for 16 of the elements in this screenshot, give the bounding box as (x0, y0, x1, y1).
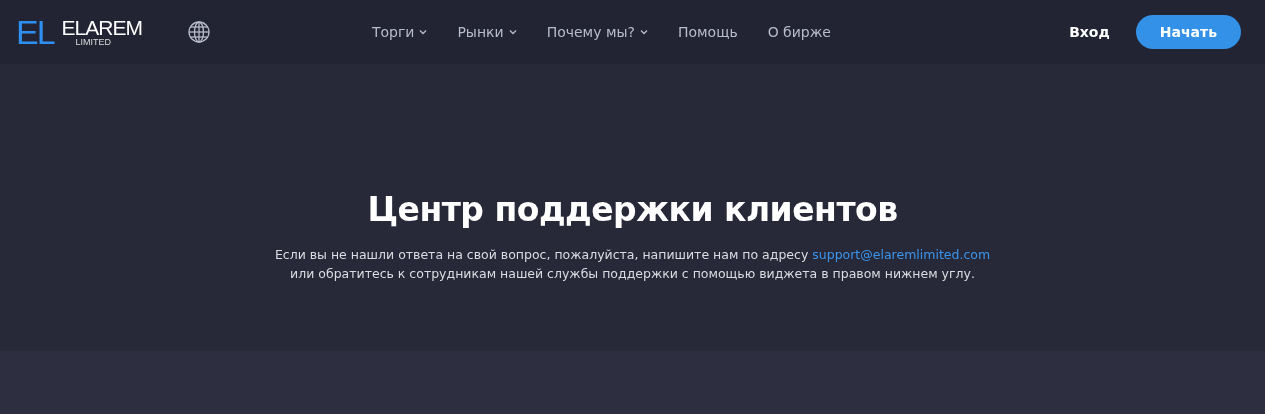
globe-icon[interactable] (187, 21, 210, 43)
logo-mark: EL (16, 15, 54, 49)
logo-name: ELAREM (61, 17, 142, 38)
nav-item[interactable]: Почему мы? (546, 24, 648, 40)
nav-item[interactable]: Помощь (677, 24, 738, 40)
caret-icon (508, 29, 517, 35)
nav-item[interactable]: О бирже (767, 24, 831, 40)
login-button[interactable]: Вход (1069, 24, 1110, 40)
support-text: Если вы не нашли ответа на свой вопрос, пожалуйста, напишите нам по адресу support@elaremlimited.com или обратитесь к сотрудникам нашей службы поддержки с помощью виджета в правом нижнем углу. (274, 246, 991, 283)
nav-item[interactable]: Торги (371, 24, 428, 40)
email-link[interactable]: support@elaremlimited.com (812, 247, 991, 262)
logo-subtitle: LIMITED (74, 38, 113, 47)
page-title: Центр поддержки клиентов (367, 190, 898, 229)
caret-icon (639, 29, 648, 35)
caret-icon (419, 29, 428, 35)
nav-item[interactable]: Рынки (457, 24, 517, 40)
